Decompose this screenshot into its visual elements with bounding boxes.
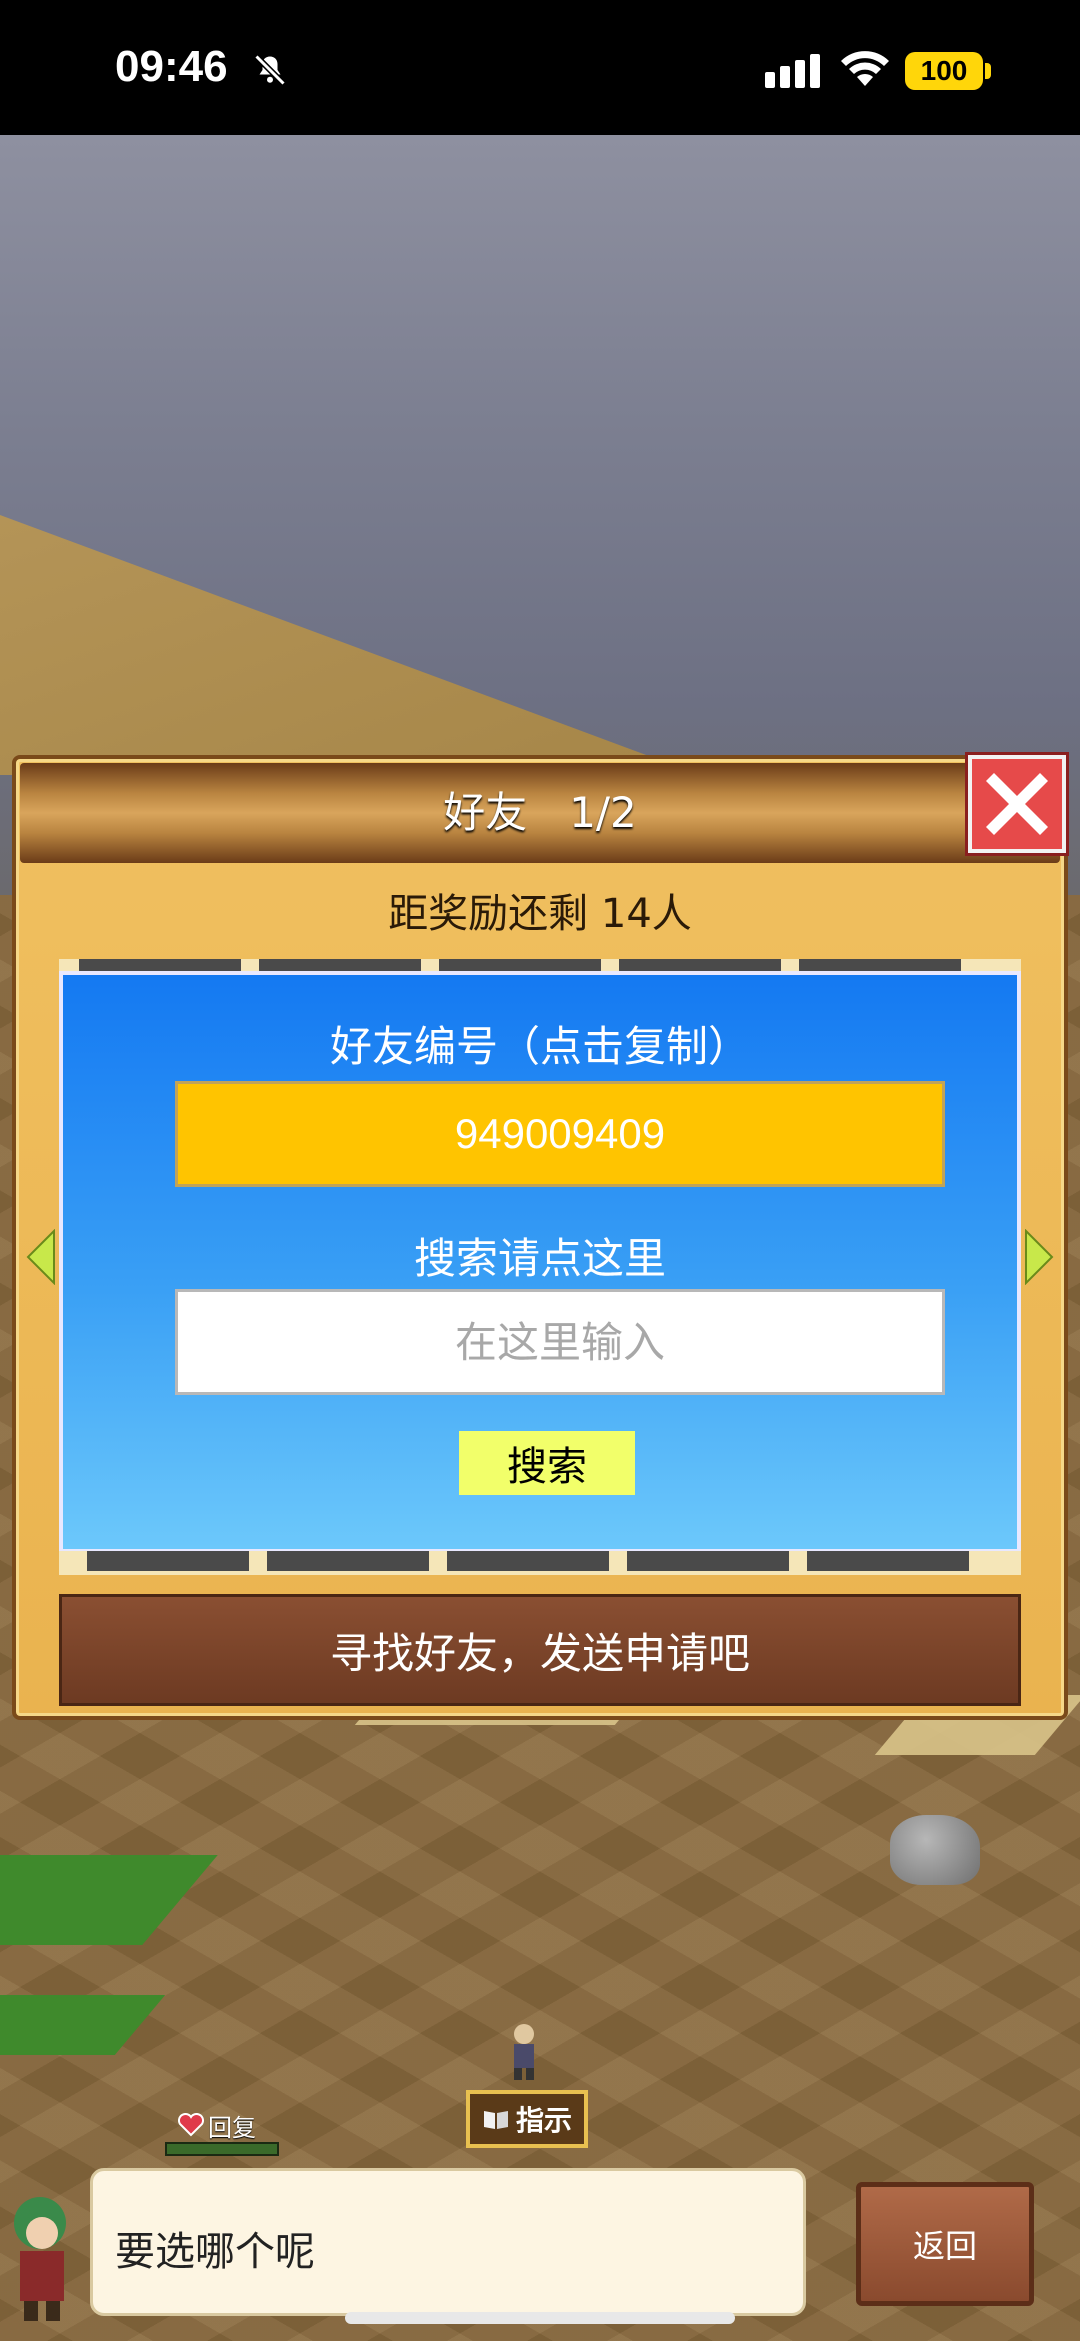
reward-remaining-text: 距奖励还剩 14人 [388, 891, 692, 937]
page-segment [807, 1551, 969, 1571]
find-friends-banner[interactable]: 寻找好友，发送申请吧 [59, 1594, 1021, 1706]
page-segment [87, 1551, 249, 1571]
prev-page-arrow-icon[interactable] [26, 1229, 56, 1285]
message-text: 要选哪个呢 [115, 2229, 315, 2275]
friend-search-input[interactable] [175, 1289, 945, 1395]
battery-icon: 100 [905, 52, 983, 90]
back-button[interactable]: 返回 [856, 2182, 1034, 2306]
close-button[interactable] [968, 755, 1066, 853]
message-box: 要选哪个呢 [90, 2168, 806, 2316]
advisor-avatar [14, 2197, 66, 2321]
dialog-header: 好友 1/2 [20, 763, 1060, 863]
recover-bar [165, 2142, 279, 2156]
player-character[interactable] [502, 2020, 546, 2082]
hint-button[interactable]: 指示 [466, 2090, 588, 2148]
wifi-icon [841, 51, 889, 86]
bell-slash-icon [254, 54, 286, 86]
page-segment [627, 1551, 789, 1571]
book-icon [483, 2111, 508, 2129]
signal-icon [765, 54, 820, 88]
hint-label: 指示 [515, 2104, 572, 2137]
recover-label: 回复 [208, 2113, 256, 2142]
friend-id-label: 好友编号（点击复制） [329, 1022, 750, 1071]
recover-badge: 回复 [178, 2108, 268, 2142]
search-label: 搜索请点这里 [413, 1234, 666, 1283]
status-bar: 09:46 100 [0, 0, 1080, 135]
page-indicator-bottom [59, 1551, 1021, 1575]
dialog-title: 好友 1/2 [443, 788, 637, 837]
friend-dialog: 好友 1/2 距奖励还剩 14人 好友编号（点击复制） 949009409 搜索… [12, 755, 1068, 1720]
next-page-arrow-icon[interactable] [1024, 1229, 1054, 1285]
search-button[interactable]: 搜索 [459, 1431, 635, 1495]
friend-id-panel: 好友编号（点击复制） 949009409 搜索请点这里 搜索 [59, 971, 1021, 1553]
heart-icon [178, 2113, 204, 2137]
close-icon [986, 773, 1048, 835]
page-segment [267, 1551, 429, 1571]
home-indicator[interactable] [345, 2312, 735, 2324]
page-segment [447, 1551, 609, 1571]
status-time: 09:46 [115, 42, 228, 91]
rock [890, 1815, 980, 1885]
battery-nub [985, 63, 991, 79]
friend-id-copy-button[interactable]: 949009409 [175, 1081, 945, 1187]
